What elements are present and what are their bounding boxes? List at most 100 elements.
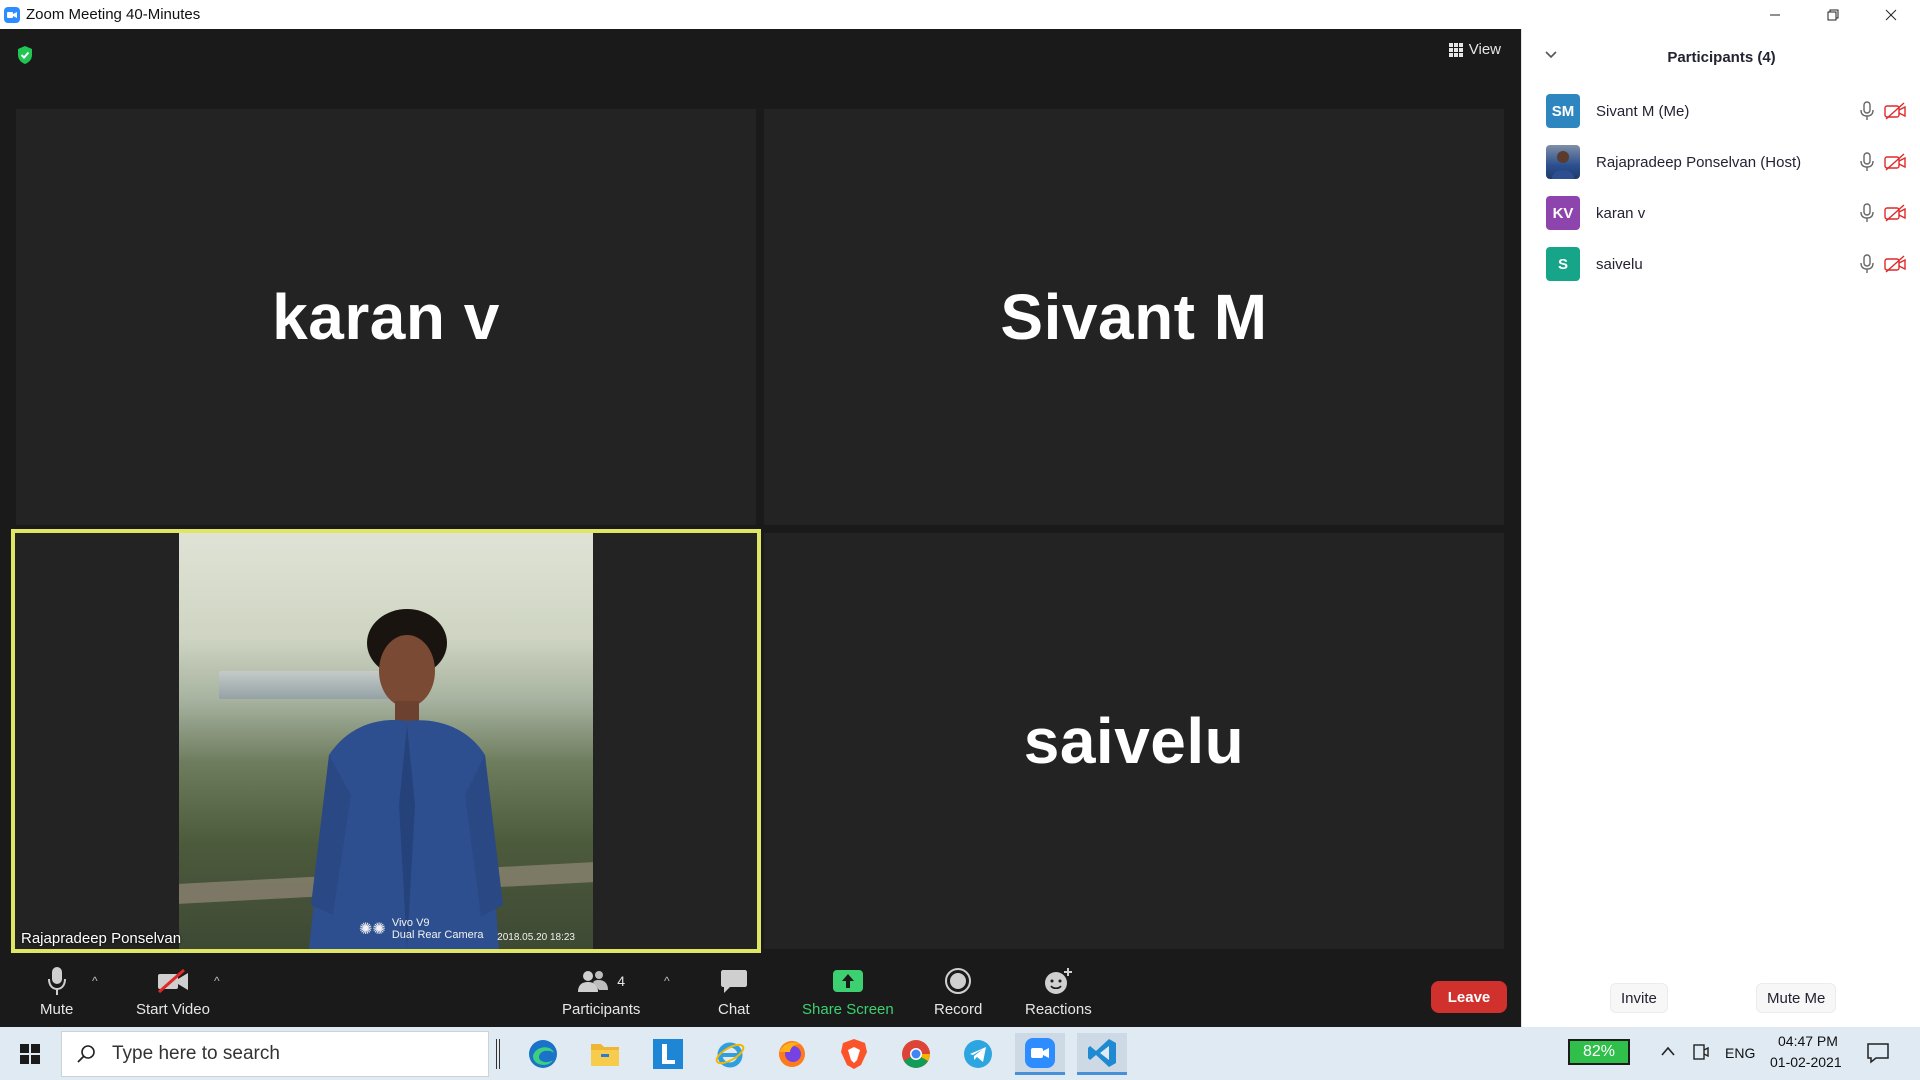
- start-video-label: Start Video: [136, 1001, 210, 1018]
- avatar: SM: [1546, 94, 1580, 128]
- vscode-taskbar-button[interactable]: [1077, 1033, 1127, 1075]
- video-tile-saivelu[interactable]: saivelu: [764, 533, 1504, 949]
- zoom-icon: [1025, 1037, 1055, 1068]
- invite-button[interactable]: Invite: [1610, 983, 1668, 1013]
- participant-row[interactable]: SM Sivant M (Me): [1546, 94, 1906, 128]
- firefox-icon: [779, 1041, 805, 1067]
- battery-indicator[interactable]: 82%: [1568, 1039, 1630, 1065]
- participants-label: Participants: [562, 1001, 641, 1018]
- start-video-button[interactable]: Start Video: [136, 966, 210, 1018]
- participant-row-name: karan v: [1596, 204, 1646, 222]
- record-label: Record: [934, 1001, 983, 1018]
- brave-taskbar-button[interactable]: [829, 1033, 879, 1075]
- encryption-shield-icon[interactable]: [16, 45, 34, 65]
- reactions-button[interactable]: Reactions: [1025, 966, 1092, 1018]
- view-button[interactable]: View: [1448, 41, 1501, 58]
- firefox-taskbar-button[interactable]: [767, 1033, 817, 1075]
- photo-date: 2018.05.20 18:23: [497, 932, 575, 943]
- video-off-icon: [1884, 153, 1906, 171]
- internet-explorer-icon: [715, 1042, 745, 1068]
- participant-row[interactable]: Rajapradeep Ponselvan (Host): [1546, 145, 1906, 179]
- internet-explorer-taskbar-button[interactable]: [705, 1033, 755, 1075]
- leave-button[interactable]: Leave: [1431, 981, 1507, 1013]
- brave-icon: [841, 1039, 867, 1069]
- share-screen-label: Share Screen: [802, 1001, 894, 1018]
- record-icon: [945, 968, 972, 994]
- camera-model: Vivo V9: [391, 917, 430, 929]
- participants-panel: Participants (4) SM Sivant M (Me) Rajapr…: [1521, 29, 1920, 1027]
- participants-options-caret-icon[interactable]: ^: [664, 974, 670, 988]
- reactions-icon: [1045, 968, 1073, 994]
- telegram-taskbar-button[interactable]: [953, 1033, 1003, 1075]
- record-button[interactable]: Record: [934, 966, 982, 1018]
- microphone-icon: [1860, 152, 1874, 171]
- windows-taskbar: Type here to search 82% ENG 04:47 PM 01-…: [0, 1027, 1920, 1080]
- share-screen-icon: [832, 970, 863, 992]
- restore-icon: [1827, 9, 1839, 20]
- participant-row-name: Rajapradeep Ponselvan (Host): [1596, 153, 1802, 171]
- telegram-icon: [964, 1040, 992, 1068]
- action-center-icon[interactable]: [1866, 1041, 1890, 1070]
- participant-name-label: Rajapradeep Ponselvan: [21, 930, 182, 947]
- chrome-icon: [902, 1040, 930, 1068]
- video-off-icon: [1884, 255, 1906, 273]
- chat-icon: [720, 970, 747, 993]
- search-placeholder: Type here to search: [112, 1043, 280, 1064]
- taskbar-divider: [496, 1039, 500, 1069]
- input-language[interactable]: ENG: [1725, 1045, 1755, 1061]
- title-bar: Zoom Meeting 40-Minutes: [0, 0, 1920, 29]
- share-screen-button[interactable]: Share Screen: [802, 966, 894, 1018]
- meeting-toolbar: Mute ^ Start Video ^ 4 Participants ^ Ch…: [0, 954, 1521, 1027]
- microphone-icon: [1860, 254, 1874, 273]
- video-tile-rajapradeep-active-speaker[interactable]: ✺✺ Vivo V9 Dual Rear Camera 2018.05.20 1…: [11, 529, 761, 953]
- vscode-icon: [1088, 1038, 1116, 1067]
- taskbar-search-input[interactable]: Type here to search: [61, 1031, 489, 1077]
- participants-count: 4: [617, 973, 626, 989]
- person-figure: [309, 609, 503, 949]
- mute-label: Mute: [40, 1001, 74, 1018]
- avatar-photo: [1552, 151, 1574, 179]
- video-options-caret-icon[interactable]: ^: [214, 974, 220, 988]
- clock-date[interactable]: 01-02-2021: [1770, 1054, 1842, 1070]
- file-explorer-taskbar-button[interactable]: [580, 1033, 630, 1075]
- microphone-icon: [47, 967, 66, 995]
- participants-panel-title: Participants (4): [1667, 48, 1776, 66]
- participants-button[interactable]: 4 Participants: [562, 966, 640, 1018]
- video-tile-sivant[interactable]: Sivant M: [764, 109, 1504, 525]
- network-icon[interactable]: [1692, 1042, 1710, 1067]
- edge-browser-taskbar-button[interactable]: [518, 1033, 568, 1075]
- participant-row[interactable]: KV karan v: [1546, 196, 1906, 230]
- edge-icon: [529, 1040, 557, 1068]
- mute-button[interactable]: Mute: [40, 966, 73, 1018]
- participants-panel-footer: Invite Mute Me: [1522, 979, 1920, 1019]
- participants-icon: [578, 971, 609, 992]
- chat-button[interactable]: Chat: [718, 966, 750, 1018]
- l-app-taskbar-button[interactable]: [643, 1033, 693, 1075]
- minimize-button[interactable]: [1746, 0, 1804, 29]
- participant-row-name: Sivant M (Me): [1596, 102, 1690, 120]
- chat-label: Chat: [718, 1001, 750, 1018]
- start-button[interactable]: [0, 1027, 60, 1080]
- l-app-icon: [653, 1039, 683, 1069]
- microphone-icon: [1860, 203, 1874, 222]
- close-icon: [1885, 9, 1897, 20]
- show-hidden-icons-chevron-icon[interactable]: [1660, 1044, 1676, 1062]
- chrome-taskbar-button[interactable]: [891, 1033, 941, 1075]
- folder-icon: [591, 1044, 619, 1066]
- participant-name: saivelu: [1023, 705, 1245, 777]
- video-off-icon: [1884, 102, 1906, 120]
- participant-row-name: saivelu: [1596, 255, 1643, 273]
- reactions-label: Reactions: [1025, 1001, 1092, 1018]
- zoom-app-icon: [4, 6, 20, 23]
- mute-me-button[interactable]: Mute Me: [1756, 983, 1837, 1013]
- search-icon: [77, 1045, 95, 1063]
- video-tile-karan[interactable]: karan v: [16, 109, 756, 525]
- windows-logo-icon: [20, 1043, 40, 1064]
- restore-button[interactable]: [1804, 0, 1862, 29]
- clock-time[interactable]: 04:47 PM: [1778, 1033, 1838, 1049]
- zoom-taskbar-button[interactable]: [1015, 1033, 1065, 1075]
- audio-options-caret-icon[interactable]: ^: [92, 974, 98, 988]
- close-button[interactable]: [1862, 0, 1920, 29]
- participant-row[interactable]: S saivelu: [1546, 247, 1906, 281]
- avatar: S: [1546, 247, 1580, 281]
